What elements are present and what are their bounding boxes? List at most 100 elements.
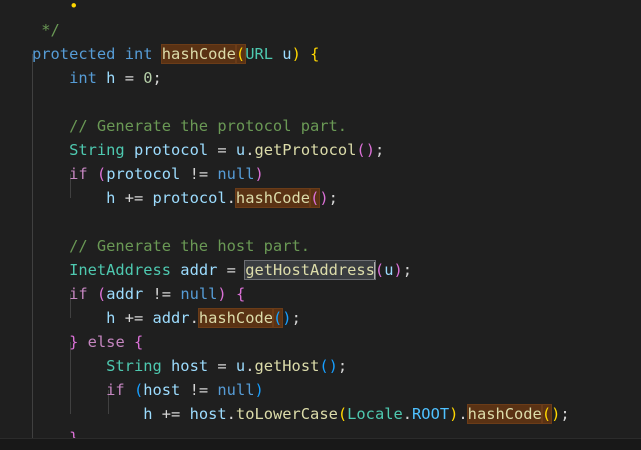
code-token: ) xyxy=(393,261,403,279)
code-token: ) xyxy=(282,309,292,327)
code-token: InetAddress xyxy=(69,261,172,279)
code-token: protocol xyxy=(106,165,181,183)
code-token: } xyxy=(69,429,79,438)
code-token: if xyxy=(106,381,125,399)
code-line-7[interactable]: if (protocol != null) xyxy=(32,162,264,186)
code-token: ) xyxy=(328,357,338,375)
code-token: • xyxy=(69,0,79,15)
code-line-10[interactable]: // Generate the host part. xyxy=(32,234,310,258)
code-line-15[interactable]: String host = u.getHost(); xyxy=(32,354,347,378)
code-token: ) xyxy=(217,285,227,303)
code-token: ( xyxy=(234,44,247,64)
code-token: hashCode xyxy=(160,44,237,64)
code-line-8[interactable]: h += protocol.hashCode(); xyxy=(32,186,338,210)
code-line-18[interactable]: } xyxy=(32,426,78,438)
code-token: ) xyxy=(319,189,329,207)
code-token: ) xyxy=(291,45,301,63)
code-token: */ xyxy=(32,21,60,39)
code-token: . xyxy=(226,405,236,423)
code-token: { xyxy=(134,333,144,351)
code-token: ; xyxy=(328,189,338,207)
code-token: ) xyxy=(254,381,264,399)
code-token: { xyxy=(310,45,320,63)
code-token: protocol xyxy=(133,141,209,159)
code-token: int xyxy=(69,69,97,87)
code-line-11[interactable]: InetAddress addr = getHostAddress(u); xyxy=(32,258,412,282)
code-token: if xyxy=(69,165,88,183)
code-token: ( xyxy=(96,165,107,183)
code-line-2[interactable]: protected int hashCode(URL u) { xyxy=(32,42,319,66)
code-token: != xyxy=(180,165,218,183)
code-line-12[interactable]: if (addr != null) { xyxy=(32,282,245,306)
code-token: { xyxy=(235,285,246,303)
code-token: null xyxy=(217,165,255,183)
code-token: = xyxy=(208,141,236,159)
code-token: ( xyxy=(96,285,107,303)
code-token: ( xyxy=(374,261,385,279)
code-token: if xyxy=(69,285,88,303)
code-token: ; xyxy=(152,69,162,87)
code-token: host xyxy=(171,357,209,375)
code-token: u xyxy=(235,357,246,375)
code-token: += xyxy=(115,309,153,327)
code-token: ; xyxy=(560,405,570,423)
code-line-17[interactable]: h += host.toLowerCase(Locale.ROOT).hashC… xyxy=(32,402,570,426)
code-line-0[interactable]: • xyxy=(32,0,78,18)
code-token: ) xyxy=(551,405,561,423)
code-token: ( xyxy=(319,357,329,375)
code-token: ; xyxy=(374,141,385,159)
code-token: ( xyxy=(337,405,348,423)
code-token: != xyxy=(143,285,181,303)
code-token: = xyxy=(115,69,144,87)
code-token: hashCode xyxy=(234,188,312,208)
code-token: u xyxy=(235,141,246,159)
code-token: u xyxy=(282,45,292,63)
code-token: getProtocol xyxy=(254,141,357,159)
code-token: addr xyxy=(180,261,218,279)
code-line-13[interactable]: h += addr.hashCode(); xyxy=(32,306,301,330)
code-token: protected xyxy=(32,45,116,63)
editor-bottom-edge xyxy=(0,438,641,450)
code-token: ( xyxy=(133,381,144,399)
code-token: = xyxy=(208,357,236,375)
code-token: = xyxy=(217,261,246,279)
code-token: hashCode xyxy=(466,404,543,424)
code-token: hashCode xyxy=(197,308,275,328)
code-token: ( xyxy=(271,308,284,328)
code-token: ; xyxy=(337,357,348,375)
code-line-1[interactable]: */ xyxy=(32,18,60,42)
code-token: getHost xyxy=(254,357,320,375)
code-line-16[interactable]: if (host != null) xyxy=(32,378,264,402)
code-token: } xyxy=(69,333,79,351)
code-editor[interactable]: • */ protected int hashCode(URL u) { int … xyxy=(0,0,641,438)
code-token: ; xyxy=(402,261,413,279)
code-line-3[interactable]: int h = 0; xyxy=(32,66,162,90)
code-token: != xyxy=(180,381,218,399)
code-token: 0 xyxy=(143,69,153,87)
code-token: += xyxy=(152,405,190,423)
code-line-5[interactable]: // Generate the protocol part. xyxy=(32,114,347,138)
code-line-6[interactable]: String protocol = u.getProtocol(); xyxy=(32,138,384,162)
code-token: // Generate the protocol part. xyxy=(69,117,348,135)
code-line-14[interactable]: } else { xyxy=(32,330,143,354)
code-token: Locale xyxy=(347,405,403,423)
code-token: String xyxy=(69,141,125,159)
code-token: null xyxy=(217,381,255,399)
code-token: ( xyxy=(356,141,366,159)
